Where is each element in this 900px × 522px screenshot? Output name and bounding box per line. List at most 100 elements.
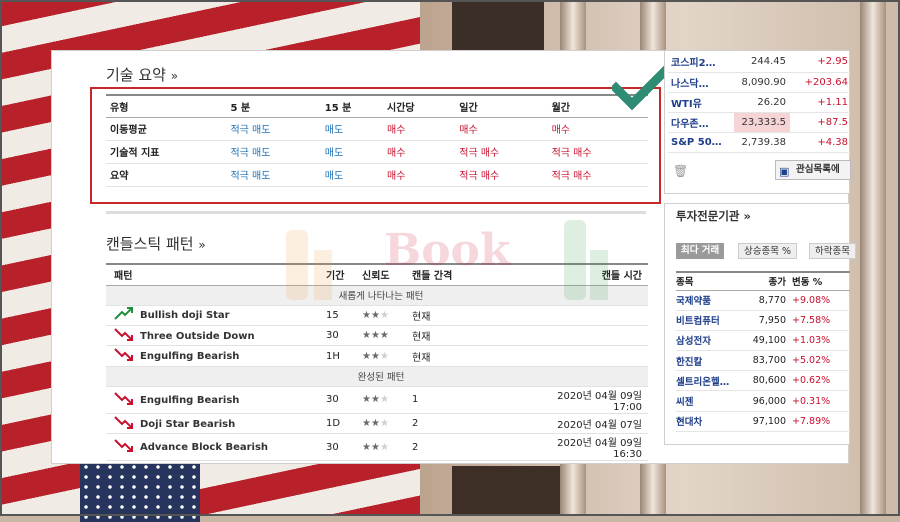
stock-price: 8,770 xyxy=(750,290,792,311)
pattern-name[interactable]: Engulfing Bearish xyxy=(140,395,239,406)
candlestick-title[interactable]: 캔들스틱 패턴 » xyxy=(106,233,206,254)
time-cell: 2020년 04월 09일 16:30 xyxy=(524,433,648,462)
pattern-cell: Doji Star Bearish xyxy=(106,413,318,435)
index-row[interactable]: 코스피2… 244.45 +2.95 xyxy=(668,52,850,73)
interval-cell: 현재 xyxy=(404,305,524,327)
stock-row[interactable]: 한진칼 83,700 +5.02% xyxy=(676,350,850,372)
index-row[interactable]: 다우존… 23,333.5 +87.5 xyxy=(668,112,850,133)
pattern-name[interactable]: Engulfing Bearish xyxy=(140,351,239,362)
signal-cell: 매수 xyxy=(383,117,456,141)
signal-cell: 매도 xyxy=(320,117,383,141)
bullish-arrow-icon xyxy=(114,307,134,323)
index-name[interactable]: 나스닥… xyxy=(668,72,734,93)
stock-name[interactable]: 비트컴퓨터 xyxy=(676,310,750,331)
stock-name[interactable]: 씨젠 xyxy=(676,390,750,412)
index-value: 244.45 xyxy=(734,52,790,73)
table-row[interactable]: Doji Star Bearish 1D ★★★ 2 2020년 04월 07일 xyxy=(106,413,648,435)
table-row[interactable]: Three Outside Down 30 ★★★ 현재 xyxy=(106,325,648,347)
index-name[interactable]: S&P 50… xyxy=(668,132,734,153)
column-header: 일간 xyxy=(455,94,548,118)
pattern-name[interactable]: Bullish doji Star xyxy=(140,310,230,321)
table-header-row: 종목 종가 변동 % xyxy=(676,271,850,291)
stock-change: +0.31% xyxy=(792,390,850,412)
stock-name[interactable]: 국제약품 xyxy=(676,290,750,311)
time-cell xyxy=(524,305,648,327)
signal-cell: 적극 매수 xyxy=(455,163,548,187)
more-arrow-icon: » xyxy=(198,238,206,252)
stock-name[interactable]: 삼성전자 xyxy=(676,330,750,352)
column-header-pattern: 패턴 xyxy=(106,263,318,286)
table-row[interactable]: Engulfing Bearish 1H ★★★ 현재 xyxy=(106,345,648,367)
stock-name[interactable]: 현대차 xyxy=(676,411,750,432)
time-cell: 2020년 04월 07일 xyxy=(524,413,648,435)
add-to-watchlist-button[interactable]: ▣ 관심목록에 xyxy=(775,160,851,180)
technical-summary-title[interactable]: 기술 요약 » xyxy=(106,64,178,85)
table-header-row: 패턴 기간 신뢰도 캔들 간격 캔들 시간 xyxy=(106,263,648,286)
table-row[interactable]: Engulfing Bearish 30 ★★★ 1 2020년 04월 09일 17:… xyxy=(106,386,648,414)
group-label: 새롭게 나타나는 패턴 xyxy=(106,285,648,306)
column-header-close: 종가 xyxy=(750,271,792,291)
table-row: 기술적 지표 적극 매도 매도 매수 적극 매수 적극 매수 xyxy=(106,140,648,164)
stock-price: 49,100 xyxy=(750,330,792,352)
column-header-period: 기간 xyxy=(318,263,354,286)
index-row[interactable]: S&P 50… 2,739.38 +4.38 xyxy=(668,132,850,153)
index-change: +203.64 xyxy=(790,72,850,93)
signal-cell: 매수 xyxy=(383,163,456,187)
index-name[interactable]: WTI유 xyxy=(668,92,734,113)
table-row[interactable]: Advance Block Bearish 30 ★★★ 2 2020년 04월 09일… xyxy=(106,433,648,462)
signal-cell: 매수 xyxy=(455,117,548,141)
stock-change: +7.89% xyxy=(792,411,850,432)
reliability-stars: ★★★ xyxy=(354,325,404,347)
stock-change: +9.08% xyxy=(792,290,850,311)
stock-row[interactable]: 삼성전자 49,100 +1.03% xyxy=(676,330,850,352)
stock-name[interactable]: 셀트리온헬… xyxy=(676,370,750,392)
stock-row[interactable]: 셀트리온헬… 80,600 +0.62% xyxy=(676,370,850,392)
stock-row[interactable]: 씨젠 96,000 +0.31% xyxy=(676,390,850,412)
pattern-name[interactable]: Three Outside Down xyxy=(140,331,255,342)
candlestick-title-text: 캔들스틱 패턴 xyxy=(106,235,194,253)
index-value: 26.20 xyxy=(734,92,790,113)
index-row[interactable]: WTI유 26.20 +1.11 xyxy=(668,92,850,113)
tab-top-losers[interactable]: 하락종목 xyxy=(809,243,856,259)
pattern-name[interactable]: Doji Star Bearish xyxy=(140,419,235,430)
institutions-table: 종목 종가 변동 % 국제약품 8,770 +9.08% 비트컴퓨터 7,950 +7.5… xyxy=(676,271,850,432)
index-change: +4.38 xyxy=(790,132,850,153)
trash-icon[interactable]: 🗑 xyxy=(673,164,688,178)
signal-cell: 적극 매수 xyxy=(547,163,648,187)
time-cell xyxy=(524,345,648,367)
reliability-stars: ★★★ xyxy=(354,345,404,367)
index-change: +2.95 xyxy=(790,52,850,73)
tab-top-gainers[interactable]: 상승종목 % xyxy=(738,243,798,259)
more-arrow-icon: » xyxy=(743,209,751,223)
group-row: 완성된 패턴 xyxy=(106,366,648,387)
stock-row[interactable]: 현대차 97,100 +7.89% xyxy=(676,411,850,432)
row-label: 이동평균 xyxy=(106,117,227,141)
index-name[interactable]: 코스피2… xyxy=(668,52,734,73)
column-header: 5 분 xyxy=(226,94,321,118)
column-header-time: 캔들 시간 xyxy=(524,263,648,286)
stock-change: +0.62% xyxy=(792,370,850,392)
stock-row[interactable]: 비트컴퓨터 7,950 +7.58% xyxy=(676,310,850,331)
reliability-stars: ★★★ xyxy=(354,386,404,414)
stock-change: +1.03% xyxy=(792,330,850,352)
index-value: 8,090.90 xyxy=(734,72,790,93)
add-watchlist-icon: ▣ xyxy=(779,165,790,178)
institutions-title[interactable]: 투자전문기관 » xyxy=(676,208,751,224)
interval-cell: 현재 xyxy=(404,345,524,367)
bearish-arrow-icon xyxy=(114,348,134,364)
reliability-stars: ★★★ xyxy=(354,433,404,462)
pattern-name[interactable]: Advance Block Bearish xyxy=(140,442,268,453)
group-label: 완성된 패턴 xyxy=(106,366,648,387)
pattern-cell: Bullish doji Star xyxy=(106,305,318,327)
section-divider xyxy=(106,211,646,214)
stock-name[interactable]: 한진칼 xyxy=(676,350,750,372)
period-cell: 30 xyxy=(318,325,354,347)
signal-cell: 적극 매수 xyxy=(455,140,548,164)
stock-price: 7,950 xyxy=(750,310,792,331)
tab-most-traded[interactable]: 최다 거래 xyxy=(676,243,725,259)
table-row[interactable]: Bullish doji Star 15 ★★★ 현재 xyxy=(106,305,648,327)
interval-cell: 현재 xyxy=(404,325,524,347)
index-row[interactable]: 나스닥… 8,090.90 +203.64 xyxy=(668,72,850,93)
stock-row[interactable]: 국제약품 8,770 +9.08% xyxy=(676,290,850,311)
index-name[interactable]: 다우존… xyxy=(668,112,734,133)
